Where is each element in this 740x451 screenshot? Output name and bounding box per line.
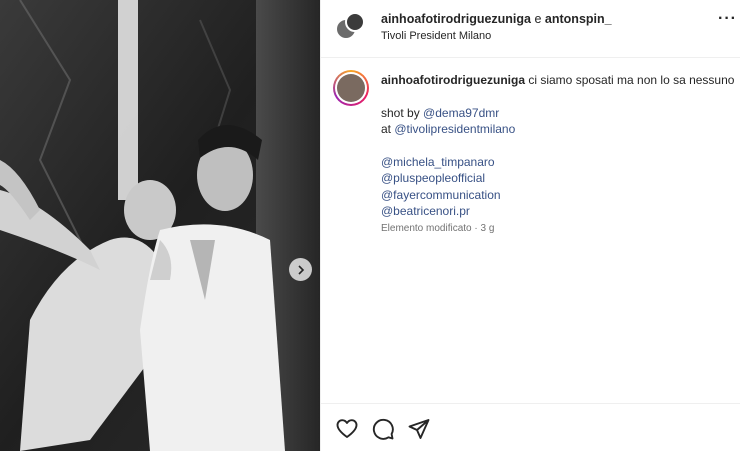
post-authors: ainhoafotirodriguezuniga e antonspin_ [381,12,612,26]
collab-avatars[interactable] [335,12,365,42]
heart-icon [336,419,358,438]
caption-username-link[interactable]: ainhoafotirodriguezuniga [381,73,525,87]
next-photo-button[interactable] [289,258,312,281]
send-icon [408,419,430,439]
authors-conjunction: e [534,12,542,26]
action-bar [321,403,740,451]
chevron-right-icon [297,264,304,275]
comment-icon [372,418,394,440]
caption-avatar[interactable] [333,70,369,106]
tag-mention[interactable]: @beatricenori.pr [381,204,470,218]
post-details-panel: ainhoafotirodriguezuniga e antonspin_ Ti… [320,0,740,451]
photographer-mention[interactable]: @dema97dmr [423,106,499,120]
post-header: ainhoafotirodriguezuniga e antonspin_ Ti… [321,0,740,58]
post-caption: ainhoafotirodriguezuniga ci siamo sposat… [381,72,740,220]
edited-timestamp: Elemento modificato · 3 g [381,223,495,234]
post-photo[interactable] [0,0,320,451]
venue-mention[interactable]: @tivolipresidentmilano [394,122,515,136]
like-button[interactable] [335,417,359,441]
more-options-button[interactable]: ··· [718,10,737,28]
share-button[interactable] [407,417,431,441]
caption-text: ci siamo sposati ma non lo sa nessuno [528,73,735,87]
tag-mention[interactable]: @michela_timpanaro [381,155,495,169]
coauthor-username-link[interactable]: antonspin_ [545,12,612,26]
at-label: at [381,122,392,136]
avatar [337,74,365,102]
author-username-link[interactable]: ainhoafotirodriguezuniga [381,12,531,26]
tag-mention[interactable]: @pluspeopleofficial [381,171,485,185]
tag-mention[interactable]: @fayercommunication [381,188,501,202]
shot-by-label: shot by [381,105,420,120]
avatar [345,12,365,32]
location-link[interactable]: Tivoli President Milano [381,30,491,42]
comment-button[interactable] [371,417,395,441]
photo-image [0,0,320,451]
